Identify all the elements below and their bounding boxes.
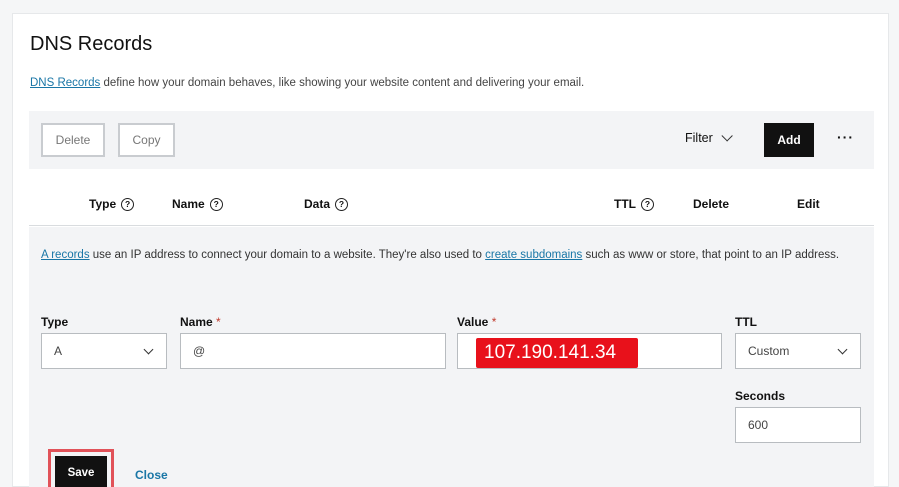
column-delete: Delete: [693, 197, 729, 211]
records-toolbar: Delete Copy Filter Add ···: [29, 111, 874, 169]
help-icon[interactable]: ?: [641, 197, 654, 211]
required-mark: *: [216, 315, 221, 329]
column-name-label: Name: [172, 197, 205, 211]
seconds-label: Seconds: [735, 389, 786, 403]
edit-record-panel: A records use an IP address to connect y…: [29, 227, 874, 487]
dns-records-link[interactable]: DNS Records: [30, 77, 100, 89]
a-records-info: A records use an IP address to connect y…: [41, 245, 863, 265]
column-data-label: Data: [304, 197, 331, 211]
filter-label: Filter: [685, 131, 713, 145]
seconds-value: 600: [748, 418, 769, 432]
ttl-value: Custom: [748, 344, 790, 358]
type-label: Type: [41, 315, 69, 329]
a-records-link[interactable]: A records: [41, 249, 90, 261]
add-button[interactable]: Add: [764, 123, 814, 157]
page-description: DNS Records define how your domain behav…: [30, 77, 584, 89]
name-label-text: Name: [180, 315, 213, 329]
column-edit-label: Edit: [797, 197, 820, 211]
delete-button[interactable]: Delete: [41, 123, 105, 157]
column-ttl: TTL ?: [614, 197, 654, 211]
name-label: Name *: [180, 315, 221, 329]
help-icon[interactable]: ?: [335, 197, 349, 211]
type-value: A: [54, 344, 63, 358]
close-link[interactable]: Close: [135, 468, 168, 482]
save-button-highlight: Save: [48, 449, 114, 487]
ttl-label: TTL: [735, 315, 757, 329]
column-type-label: Type: [89, 197, 117, 211]
column-ttl-label: TTL: [614, 197, 636, 211]
create-subdomains-link[interactable]: create subdomains: [485, 249, 582, 261]
ip-address-value: 107.190.141.34: [476, 338, 638, 368]
ttl-select[interactable]: Custom: [735, 333, 861, 369]
seconds-input[interactable]: 600: [735, 407, 861, 443]
chevron-down-icon: [721, 130, 733, 142]
type-select[interactable]: A: [41, 333, 167, 369]
value-label: Value *: [457, 315, 496, 329]
name-value: @: [193, 344, 206, 358]
column-delete-label: Delete: [693, 197, 730, 211]
help-icon[interactable]: ?: [121, 197, 135, 211]
column-data: Data ?: [304, 197, 349, 211]
column-type: Type ?: [89, 197, 135, 211]
column-edit: Edit: [797, 197, 820, 211]
copy-button[interactable]: Copy: [118, 123, 175, 157]
table-header: Type ? Name ? Data ? TTL ? Delete Edit: [29, 190, 874, 226]
info-text: such as www or store, that point to an I…: [582, 249, 840, 261]
save-button[interactable]: Save: [55, 456, 107, 487]
info-text: use an IP address to connect your domain…: [89, 249, 486, 261]
more-options-icon[interactable]: ···: [837, 129, 854, 145]
value-label-text: Value: [457, 315, 489, 329]
name-input[interactable]: @: [180, 333, 446, 369]
chevron-down-icon: [143, 344, 154, 355]
page-title: DNS Records: [30, 33, 153, 55]
help-icon[interactable]: ?: [209, 197, 223, 211]
chevron-down-icon: [837, 344, 848, 355]
dns-records-card: DNS Records DNS Records define how your …: [12, 13, 889, 487]
filter-dropdown[interactable]: Filter: [685, 130, 733, 145]
description-text: define how your domain behaves, like sho…: [100, 77, 585, 89]
required-mark: *: [491, 315, 497, 329]
column-name: Name ?: [172, 197, 223, 211]
